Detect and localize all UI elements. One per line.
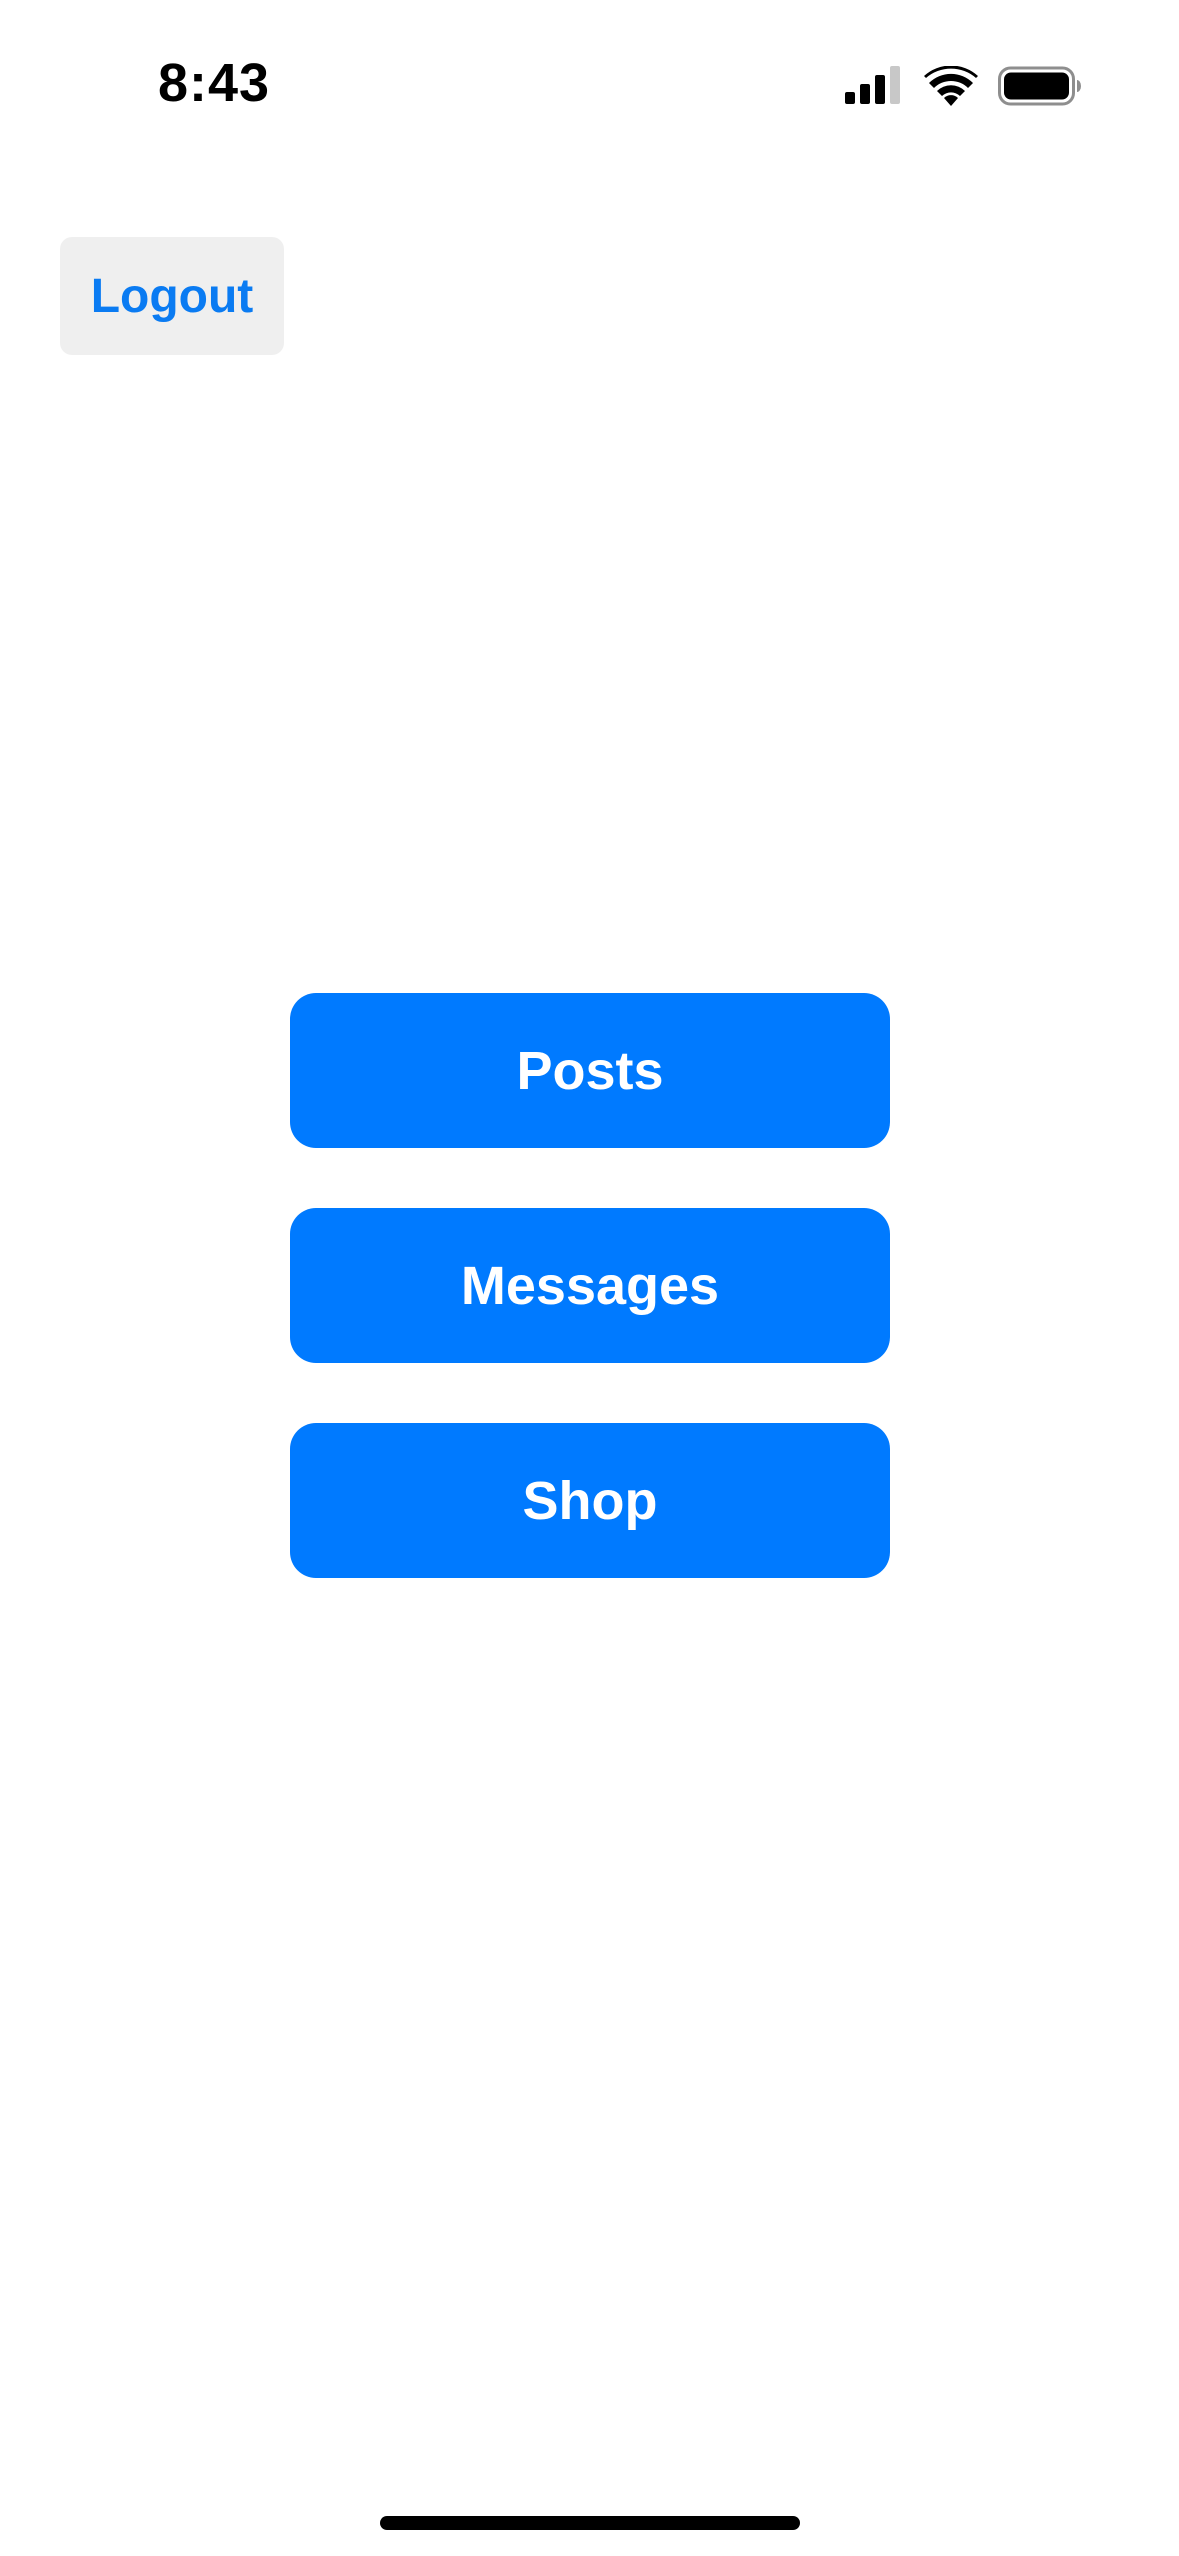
logout-button[interactable]: Logout [60, 237, 284, 355]
battery-icon [998, 66, 1081, 106]
home-indicator[interactable] [380, 2516, 800, 2530]
shop-button[interactable]: Shop [290, 1423, 890, 1578]
main-menu: Posts Messages Shop [290, 993, 890, 1638]
cellular-signal-icon [845, 66, 900, 104]
posts-button[interactable]: Posts [290, 993, 890, 1148]
wifi-icon [924, 66, 978, 106]
messages-button[interactable]: Messages [290, 1208, 890, 1363]
status-icons [0, 66, 1179, 106]
status-bar: 8:43 [0, 0, 1179, 170]
